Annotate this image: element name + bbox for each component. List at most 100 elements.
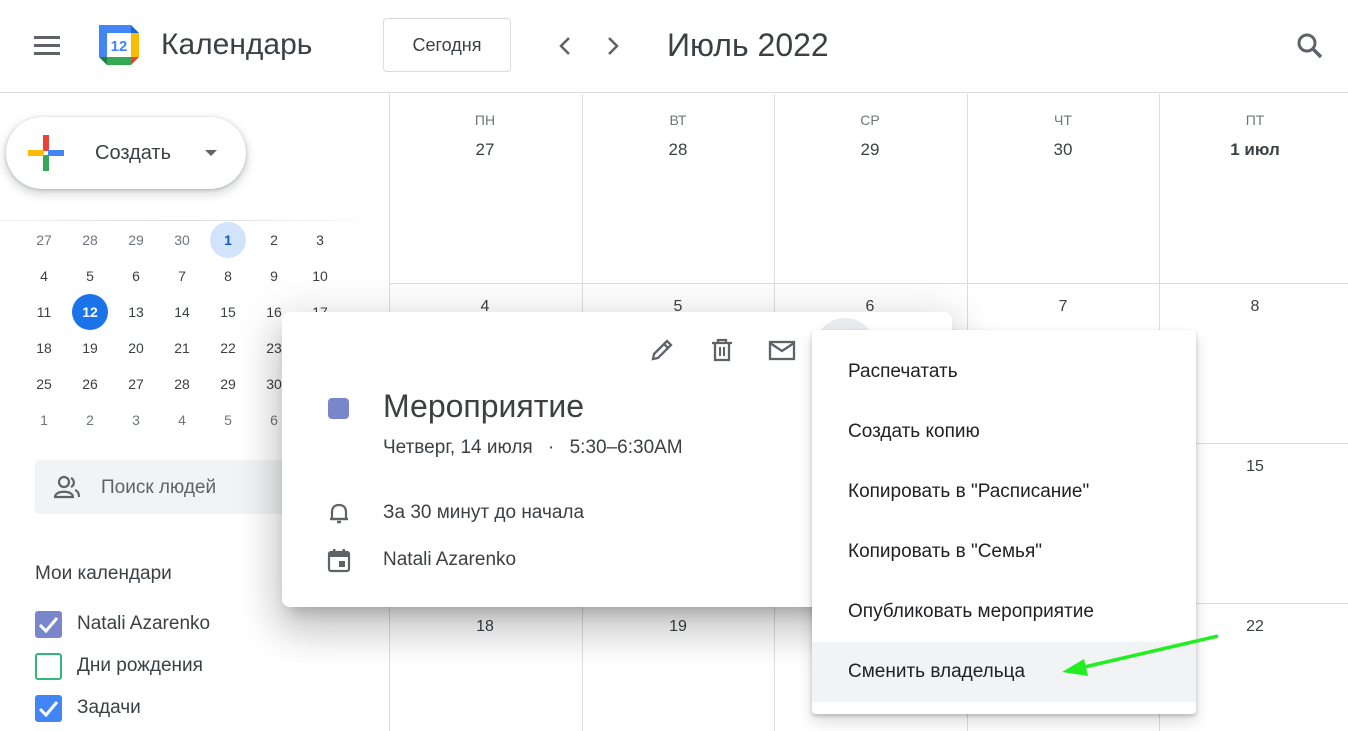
mini-calendar-day-number: 3 bbox=[316, 232, 324, 248]
day-number[interactable]: 30 bbox=[967, 140, 1159, 160]
search-button[interactable] bbox=[1288, 24, 1332, 68]
mini-calendar-day-number: 28 bbox=[82, 232, 98, 248]
mini-calendar-day-number: 25 bbox=[36, 376, 52, 392]
top-header: 12 Календарь Сегодня Июль 2022 bbox=[0, 0, 1348, 93]
menu-item-copy-to-family[interactable]: Копировать в "Семья" bbox=[812, 522, 1196, 582]
event-time-range: 5:30–6:30AM bbox=[569, 437, 683, 458]
mini-calendar-day[interactable]: 18 bbox=[21, 330, 67, 366]
day-number[interactable]: 19 bbox=[582, 618, 774, 636]
menu-item-publish-event[interactable]: Опубликовать мероприятие bbox=[812, 582, 1196, 642]
mini-calendar-day[interactable]: 10 bbox=[297, 258, 343, 294]
mini-calendar-day[interactable]: 4 bbox=[21, 258, 67, 294]
mini-calendar-day[interactable]: 29 bbox=[205, 366, 251, 402]
mini-calendar-day[interactable]: 22 bbox=[205, 330, 251, 366]
mini-calendar-day[interactable]: 7 bbox=[159, 258, 205, 294]
day-number[interactable]: 1 июл bbox=[1159, 140, 1348, 160]
mini-calendar-day[interactable]: 6 bbox=[113, 258, 159, 294]
mini-calendar-day[interactable]: 2 bbox=[251, 222, 297, 258]
mini-calendar-day-number: 19 bbox=[82, 340, 98, 356]
mini-calendar-day-number: 7 bbox=[178, 268, 186, 284]
event-reminder: За 30 минут до начала bbox=[383, 502, 585, 523]
logo-day-number: 12 bbox=[111, 38, 128, 55]
mini-calendar-day[interactable]: 28 bbox=[67, 222, 113, 258]
mini-calendar-day-number: 29 bbox=[220, 376, 236, 392]
mini-calendar-day[interactable]: 9 bbox=[251, 258, 297, 294]
checkbox-checked[interactable] bbox=[35, 611, 62, 638]
mini-calendar-day[interactable]: 14 bbox=[159, 294, 205, 330]
mini-calendar-day[interactable]: 8 bbox=[205, 258, 251, 294]
mini-calendar-day[interactable]: 26 bbox=[67, 366, 113, 402]
day-number[interactable]: 7 bbox=[967, 298, 1159, 316]
mini-calendar-day-number: 27 bbox=[128, 376, 144, 392]
mini-calendar-day[interactable]: 21 bbox=[159, 330, 205, 366]
mini-calendar-day[interactable]: 29 bbox=[113, 222, 159, 258]
mini-calendar-day-number: 5 bbox=[224, 412, 232, 428]
menu-item-print[interactable]: Распечатать bbox=[812, 342, 1196, 402]
mini-calendar-day[interactable]: 13 bbox=[113, 294, 159, 330]
weekday-header: СР bbox=[860, 112, 880, 128]
menu-item-copy-to-schedule[interactable]: Копировать в "Расписание" bbox=[812, 462, 1196, 522]
mini-calendar-day[interactable]: 12 bbox=[67, 294, 113, 330]
hamburger-menu-icon bbox=[34, 36, 60, 39]
mini-calendar-day[interactable]: 15 bbox=[205, 294, 251, 330]
mini-calendar-day[interactable]: 25 bbox=[21, 366, 67, 402]
mini-calendar-day[interactable]: 20 bbox=[113, 330, 159, 366]
day-number[interactable]: 18 bbox=[389, 618, 581, 636]
next-period-button[interactable] bbox=[593, 26, 633, 66]
edit-event-button[interactable] bbox=[644, 332, 680, 368]
today-button[interactable]: Сегодня bbox=[383, 18, 511, 72]
calendar-item-label: Задачи bbox=[77, 697, 141, 718]
mini-calendar-day[interactable]: 11 bbox=[21, 294, 67, 330]
mini-calendar-day-number: 28 bbox=[174, 376, 190, 392]
mini-calendar-day-number: 8 bbox=[224, 268, 232, 284]
event-calendar-owner: Natali Azarenko bbox=[383, 549, 517, 570]
mini-calendar-day-number: 9 bbox=[270, 268, 278, 284]
mini-calendar-day[interactable]: 1 bbox=[21, 402, 67, 438]
mini-calendar-day-number: 21 bbox=[174, 340, 190, 356]
checkbox-unchecked[interactable] bbox=[35, 653, 62, 680]
calendar-logo-icon[interactable]: 12 bbox=[95, 21, 143, 69]
day-number[interactable]: 8 bbox=[1159, 298, 1348, 316]
mini-calendar-day[interactable]: 19 bbox=[67, 330, 113, 366]
checkbox-checked[interactable] bbox=[35, 695, 62, 722]
menu-item-duplicate[interactable]: Создать копию bbox=[812, 402, 1196, 462]
day-number[interactable]: 27 bbox=[389, 140, 581, 160]
create-event-button[interactable]: Создать bbox=[6, 117, 246, 189]
calendar-item-label: Дни рождения bbox=[77, 655, 203, 676]
menu-item-change-owner[interactable]: Сменить владельца bbox=[812, 642, 1196, 702]
weekday-header: ЧТ bbox=[1054, 112, 1072, 128]
people-search-placeholder: Поиск людей bbox=[101, 477, 217, 498]
mini-calendar-week: 27 28 29 30 1 2 3 bbox=[21, 222, 343, 258]
mini-calendar-day[interactable]: 2 bbox=[67, 402, 113, 438]
day-number[interactable]: 29 bbox=[774, 140, 966, 160]
mini-calendar-day[interactable]: 3 bbox=[113, 402, 159, 438]
bell-icon bbox=[330, 503, 348, 524]
email-guests-button[interactable] bbox=[764, 332, 800, 368]
create-button-label: Создать bbox=[95, 142, 172, 164]
mini-calendar-day-number: 13 bbox=[128, 304, 144, 320]
mini-calendar-week: 4 5 6 7 8 9 10 bbox=[21, 258, 343, 294]
main-menu-button[interactable] bbox=[26, 30, 68, 62]
mini-calendar-day[interactable]: 30 bbox=[159, 222, 205, 258]
mini-calendar-day[interactable]: 5 bbox=[205, 402, 251, 438]
caret-down-icon bbox=[205, 150, 217, 156]
day-number[interactable]: 28 bbox=[582, 140, 774, 160]
calendar-icon bbox=[327, 549, 351, 573]
mini-calendar-day-number: 1 bbox=[40, 412, 48, 428]
hamburger-menu-icon bbox=[34, 52, 60, 55]
previous-period-button[interactable] bbox=[545, 26, 585, 66]
mini-calendar-day[interactable]: 5 bbox=[67, 258, 113, 294]
weekday-header: ПН bbox=[474, 112, 496, 128]
mini-calendar-day[interactable]: 27 bbox=[21, 222, 67, 258]
checkmark-icon bbox=[38, 617, 59, 634]
mini-calendar-day-number: 4 bbox=[40, 268, 48, 284]
mini-calendar-day[interactable]: 1 bbox=[205, 222, 251, 258]
mini-calendar-day[interactable]: 28 bbox=[159, 366, 205, 402]
mini-calendar-day-number: 12 bbox=[72, 294, 108, 330]
mini-calendar-day[interactable]: 3 bbox=[297, 222, 343, 258]
mini-calendar-day[interactable]: 27 bbox=[113, 366, 159, 402]
delete-event-button[interactable] bbox=[704, 332, 740, 368]
plus-icon bbox=[28, 135, 64, 171]
mini-calendar-day[interactable]: 4 bbox=[159, 402, 205, 438]
mini-calendar-day-number: 10 bbox=[312, 268, 328, 284]
